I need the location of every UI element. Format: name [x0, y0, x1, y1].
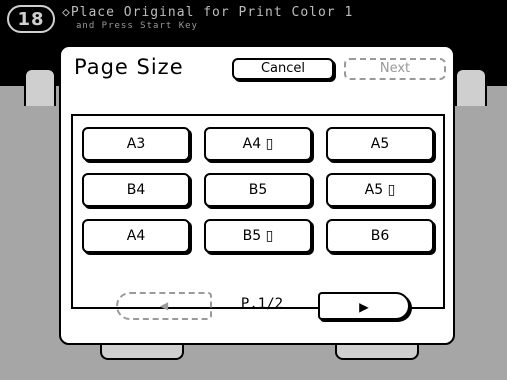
size-button-b5[interactable]: B5 — [204, 173, 312, 207]
page-indicator: P.1/2 — [240, 296, 284, 312]
size-button-a3[interactable]: A3 — [82, 127, 190, 161]
status-message: ◇Place Original for Print Color 1 — [62, 5, 354, 20]
size-button-a5-portrait[interactable]: A5 ▯ — [326, 173, 434, 207]
size-options-group: A3 A4 ▯ A5 B4 B5 A5 ▯ A4 B5 ▯ B6 — [71, 114, 445, 309]
page-size-dialog: Page Size Cancel Next A3 A4 ▯ A5 B4 B5 A… — [59, 45, 455, 345]
size-button-b4[interactable]: B4 — [82, 173, 190, 207]
next-page-button[interactable]: ▶ — [318, 292, 410, 320]
prev-page-button[interactable]: ◀ — [116, 292, 212, 320]
size-button-b6[interactable]: B6 — [326, 219, 434, 253]
status-sub-message: and Press Start Key — [76, 21, 198, 31]
triangle-left-icon: ◀ — [159, 298, 169, 314]
size-button-a5[interactable]: A5 — [326, 127, 434, 161]
dialog-title: Page Size — [74, 55, 184, 79]
size-button-a4-portrait[interactable]: A4 ▯ — [204, 127, 312, 161]
cancel-button[interactable]: Cancel — [232, 58, 334, 80]
triangle-right-icon: ▶ — [359, 296, 369, 316]
next-button[interactable]: Next — [344, 58, 446, 80]
background-tab-left — [24, 68, 56, 106]
size-button-b5-portrait[interactable]: B5 ▯ — [204, 219, 312, 253]
counter-badge: 18 — [7, 5, 55, 33]
printer-panel-screen: 18 ◇Place Original for Print Color 1 and… — [0, 0, 507, 380]
background-tab-right — [455, 68, 487, 106]
size-button-a4[interactable]: A4 — [82, 219, 190, 253]
